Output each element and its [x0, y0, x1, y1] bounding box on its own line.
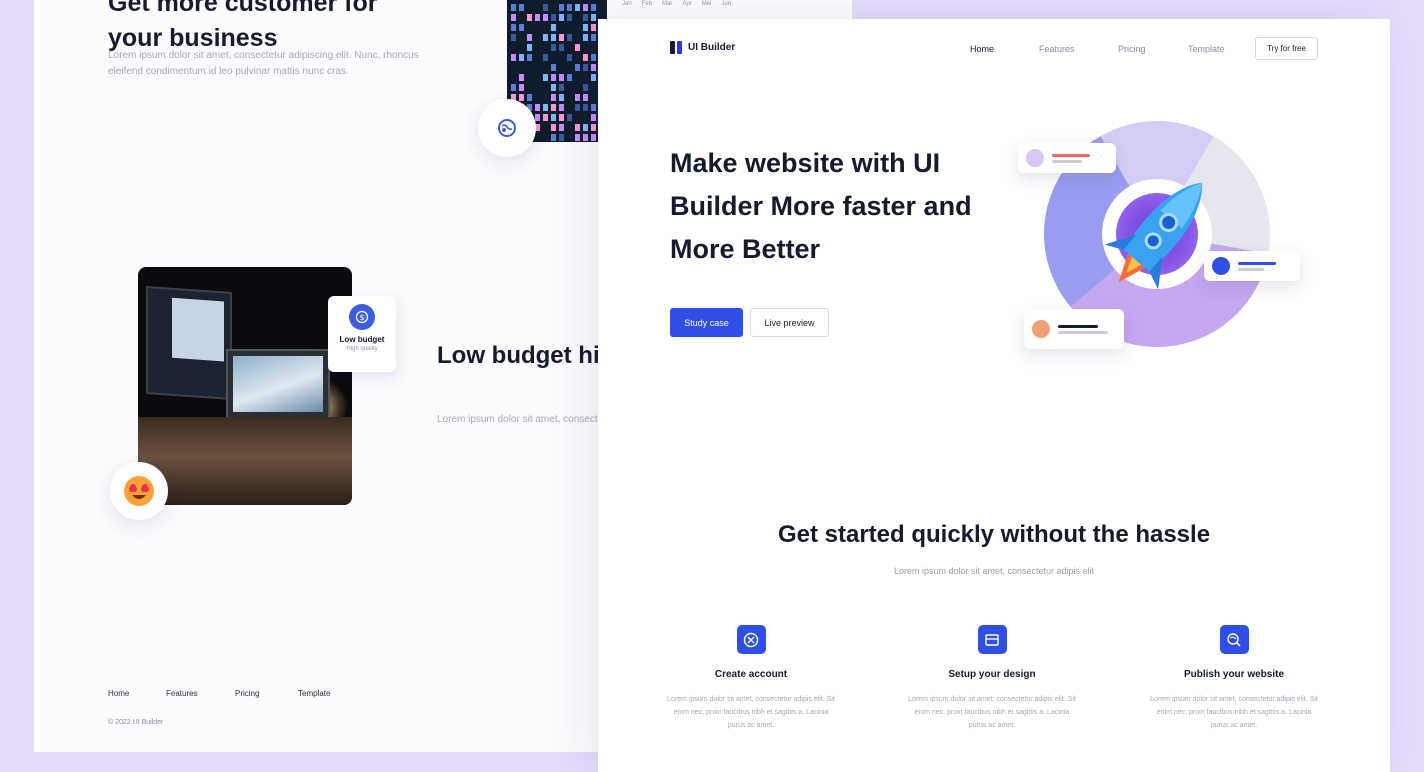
- profile-tag-top: [1018, 143, 1116, 173]
- low-budget-card: $ Low budget High quality: [328, 296, 396, 372]
- feature-description: Lorem ipsum dolor sit amet, consectetur …: [667, 696, 835, 729]
- nav-item-features[interactable]: Features: [1039, 44, 1118, 54]
- feature-title: Create account: [714, 669, 788, 680]
- feature-title: Publish your website: [1183, 669, 1285, 680]
- feature-description: Lorem ipsum dolor sit amet, consectetur …: [1150, 696, 1318, 729]
- avatar: [1032, 320, 1050, 338]
- back-page-paragraph: Lorem ipsum dolor sit amet, consectetur …: [108, 50, 419, 77]
- section-title: Get started quickly without the hassle: [777, 521, 1211, 548]
- mini-calendar-strip: Jan Feb Mar Apr Mei Jun: [612, 0, 802, 12]
- dollar-icon: $: [349, 304, 375, 330]
- month-label: Mar: [662, 1, 673, 7]
- budget-card-subtitle: High quality: [346, 346, 378, 352]
- nav-item-template[interactable]: Template: [1188, 44, 1225, 54]
- hero-title: Make website with UI Builder More faster…: [670, 148, 972, 264]
- logo-text: UI Builder: [688, 42, 736, 53]
- study-case-button[interactable]: Study case: [670, 308, 743, 337]
- back-footer-nav: Home Features Pricing Template: [108, 689, 330, 698]
- footer-nav-item[interactable]: Home: [108, 689, 166, 698]
- footer-nav-item[interactable]: Template: [298, 689, 330, 698]
- feature-publish-website: Publish your website Lorem ipsum dolor s…: [1149, 625, 1319, 732]
- layout-icon: [977, 625, 1007, 654]
- logo-icon: [670, 41, 682, 54]
- try-for-free-button[interactable]: Try for free: [1255, 37, 1318, 60]
- nav-item-home[interactable]: Home: [970, 44, 1039, 54]
- feature-description: Lorem ipsum dolor sit amet, consectetur …: [908, 696, 1076, 729]
- feature-title: Setup your design: [948, 669, 1036, 680]
- avatar: [1026, 149, 1044, 167]
- desk-workspace-photo: [138, 267, 352, 505]
- feature-setup-design: Setup your design Lorem ipsum dolor sit …: [907, 625, 1077, 732]
- site-logo[interactable]: UI Builder: [670, 41, 735, 54]
- rocket-icon: [1104, 182, 1203, 290]
- month-label: Jan: [622, 1, 632, 7]
- globe-search-icon: [1219, 625, 1249, 654]
- month-label: Jun: [721, 1, 732, 7]
- front-page-preview: UI Builder Home Features Pricing Templat…: [598, 19, 1390, 772]
- globe-icon: [498, 119, 516, 137]
- live-preview-button[interactable]: Live preview: [750, 308, 829, 337]
- budget-card-title: Low budget: [339, 335, 385, 344]
- month-label: Feb: [641, 1, 653, 7]
- svg-text:$: $: [359, 313, 364, 322]
- profile-tag-right: [1204, 251, 1300, 281]
- heart-eyes-emoji-icon: [124, 476, 154, 506]
- globe-badge: [478, 99, 536, 157]
- profile-tag-bottom: [1024, 309, 1124, 349]
- feature-create-account: Create account Lorem ipsum dolor sit ame…: [666, 625, 836, 732]
- nav-item-pricing[interactable]: Pricing: [1118, 44, 1188, 54]
- emoji-badge: [110, 462, 168, 520]
- main-nav: Home Features Pricing Template: [970, 44, 1225, 54]
- copyright-text: © 2022 UI Builder: [108, 719, 164, 726]
- footer-nav-item[interactable]: Pricing: [235, 689, 298, 698]
- footer-nav-item[interactable]: Features: [166, 689, 235, 698]
- rocket-illustration: [1018, 119, 1318, 359]
- avatar: [1212, 257, 1230, 275]
- user-circle-icon: [736, 625, 766, 654]
- month-label: Apr: [682, 1, 692, 7]
- month-label: Mei: [701, 1, 712, 7]
- section-subtitle: Lorem ipsum dolor sit amet, consectetur …: [893, 566, 1095, 576]
